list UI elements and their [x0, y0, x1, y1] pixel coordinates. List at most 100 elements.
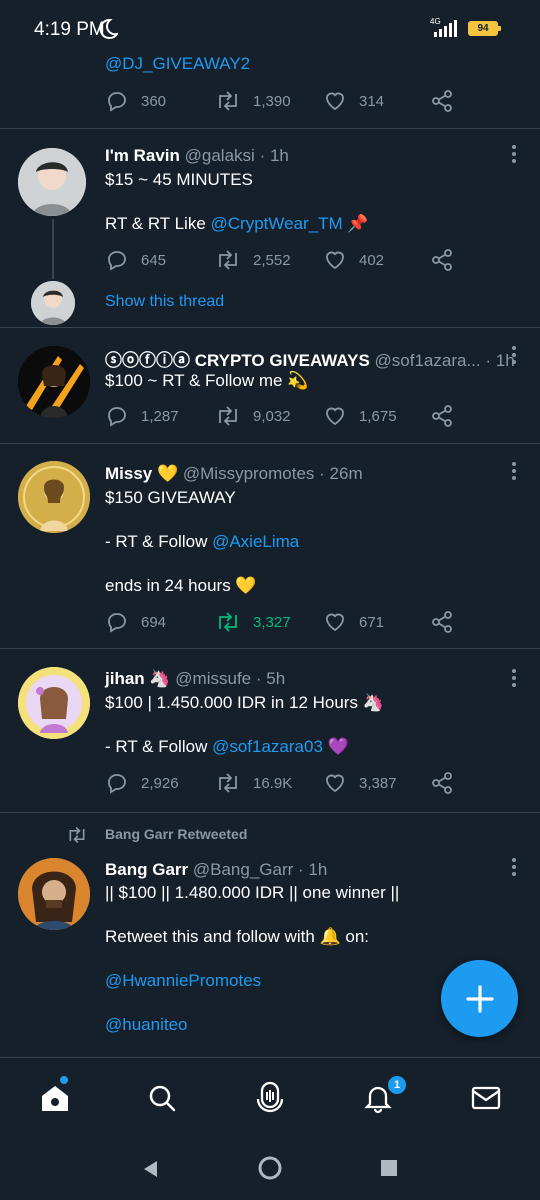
tweet-text-line: $15 ~ 45 MINUTES — [105, 170, 253, 189]
avatar-small[interactable] — [31, 281, 75, 325]
share-button[interactable] — [430, 247, 454, 273]
tweet-text-line: Retweet this and follow with 🔔 on: — [105, 927, 370, 946]
tweet[interactable]: jihan 🦄 @missufe · 5h $100 | 1.450.000 I… — [0, 649, 540, 813]
share-button[interactable] — [430, 609, 454, 635]
more-options-icon[interactable] — [512, 858, 518, 879]
nav-search[interactable] — [142, 1078, 182, 1118]
reply-icon — [108, 407, 126, 427]
username[interactable]: @Missypromotes — [183, 464, 315, 483]
mention-link[interactable]: @CryptWear_TM — [211, 214, 343, 233]
username[interactable]: @sof1azara... — [375, 351, 481, 370]
tweet-text: - RT & Follow — [105, 737, 213, 756]
tweet-text: 💜 — [322, 737, 349, 756]
heart-icon — [326, 774, 344, 793]
tweet-text-line: - RT & Follow @AxieLima — [105, 532, 299, 552]
retweet-button[interactable]: 9,032 — [215, 403, 291, 429]
retweet-icon — [219, 773, 237, 793]
reply-button[interactable]: 360 — [105, 88, 166, 114]
more-options-icon[interactable] — [512, 462, 518, 483]
heart-icon — [326, 613, 344, 632]
mention-link[interactable]: @huaniteo — [105, 1015, 188, 1035]
mention-link[interactable]: @HwanniePromotes — [105, 971, 261, 991]
share-button[interactable] — [430, 770, 454, 796]
tweet-header: Missy 💛 @Missypromotes · 26m — [105, 464, 363, 484]
display-name[interactable]: ⓢⓞⓕⓘⓐ CRYPTO GIVEAWAYS — [105, 351, 370, 370]
avatar[interactable] — [18, 667, 90, 739]
nav-messages[interactable] — [466, 1078, 506, 1118]
tweet-text: RT & RT Like — [105, 214, 211, 233]
reply-count: 1,287 — [141, 407, 179, 425]
username[interactable]: @Bang_Garr — [193, 860, 293, 879]
tweet-time: · 1h — [485, 351, 515, 370]
like-button[interactable]: 3,387 — [323, 770, 397, 796]
like-button[interactable]: 402 — [323, 247, 384, 273]
nav-spaces[interactable] — [250, 1078, 290, 1118]
more-options-icon[interactable] — [512, 346, 518, 367]
reply-count: 694 — [141, 613, 167, 631]
display-name[interactable]: I'm Ravin — [105, 146, 180, 165]
username[interactable]: @galaksi — [185, 146, 255, 165]
back-icon[interactable] — [141, 1159, 159, 1179]
tweet-partial[interactable]: @DJ_GIVEAWAY2 360 1,390 314 — [0, 0, 540, 129]
heart-icon — [326, 407, 344, 426]
reply-button[interactable]: 694 — [105, 609, 166, 635]
reply-button[interactable]: 645 — [105, 247, 166, 273]
tweet-text-line: $150 GIVEAWAY — [105, 488, 236, 507]
like-count: 402 — [359, 251, 385, 269]
tweet[interactable]: I'm Ravin @galaksi · 1h $15 ~ 45 MINUTES… — [0, 129, 540, 328]
nav-home[interactable] — [35, 1078, 75, 1118]
tweet[interactable]: ⓢⓞⓕⓘⓐ CRYPTO GIVEAWAYS @sof1azara... · 1… — [0, 328, 540, 444]
like-button[interactable]: 314 — [323, 88, 384, 114]
retweet-icon — [219, 612, 237, 632]
more-options-icon[interactable] — [512, 145, 518, 166]
share-icon — [432, 249, 452, 271]
share-button[interactable] — [430, 403, 454, 429]
home-notification-dot — [60, 1076, 68, 1084]
avatar[interactable] — [18, 461, 90, 533]
avatar[interactable] — [18, 148, 86, 216]
display-name[interactable]: Missy 💛 — [105, 464, 178, 483]
home-icon — [42, 1086, 68, 1111]
retweeted-by-label[interactable]: Bang Garr Retweeted — [105, 826, 247, 842]
retweet-button[interactable]: 1,390 — [215, 88, 291, 114]
recents-icon[interactable] — [380, 1159, 398, 1177]
tweet-link[interactable]: @DJ_GIVEAWAY2 — [105, 54, 250, 74]
retweet-button[interactable]: 2,552 — [215, 247, 291, 273]
share-icon — [432, 772, 452, 794]
tweet[interactable]: Missy 💛 @Missypromotes · 26m $150 GIVEAW… — [0, 444, 540, 649]
tweet-actions: 694 3,327 671 — [105, 609, 465, 635]
display-name[interactable]: Bang Garr — [105, 860, 188, 879]
tweet-time: · 1h — [298, 860, 328, 879]
like-button[interactable]: 1,675 — [323, 403, 397, 429]
share-icon — [432, 405, 452, 427]
tweet-actions: 1,287 9,032 1,675 — [105, 403, 465, 429]
mention-link[interactable]: @sof1azara03 — [212, 737, 323, 756]
share-icon — [432, 90, 452, 112]
tweet-actions: 360 1,390 314 — [105, 88, 465, 114]
retweet-count: 9,032 — [253, 407, 291, 425]
like-count: 671 — [359, 613, 385, 631]
reply-button[interactable]: 2,926 — [105, 770, 179, 796]
like-count: 314 — [359, 92, 385, 110]
more-options-icon[interactable] — [512, 669, 518, 690]
tweet-text: - RT & Follow — [105, 532, 213, 551]
retweet-button[interactable]: 16.9K — [215, 770, 292, 796]
reply-button[interactable]: 1,287 — [105, 403, 179, 429]
tweet-time: · 5h — [255, 669, 286, 688]
avatar[interactable] — [18, 346, 90, 418]
display-name[interactable]: jihan 🦄 — [105, 669, 171, 688]
retweet-button[interactable]: 3,327 — [215, 609, 291, 635]
avatar[interactable] — [18, 858, 90, 930]
mention-link[interactable]: @AxieLima — [212, 532, 299, 551]
compose-tweet-button[interactable] — [441, 960, 518, 1037]
share-button[interactable] — [430, 88, 454, 114]
like-button[interactable]: 671 — [323, 609, 384, 635]
username[interactable]: @missufe — [175, 669, 251, 688]
tweet-text-line: ends in 24 hours 💛 — [105, 576, 257, 595]
home-circle-icon[interactable] — [257, 1155, 283, 1181]
tweet-header: ⓢⓞⓕⓘⓐ CRYPTO GIVEAWAYS @sof1azara... · 1… — [105, 346, 515, 371]
search-icon — [149, 1085, 176, 1112]
retweet-count: 3,327 — [253, 613, 291, 631]
show-thread-link[interactable]: Show this thread — [105, 293, 224, 311]
tweet-text-line: RT & RT Like @CryptWear_TM 📌 — [105, 214, 369, 234]
